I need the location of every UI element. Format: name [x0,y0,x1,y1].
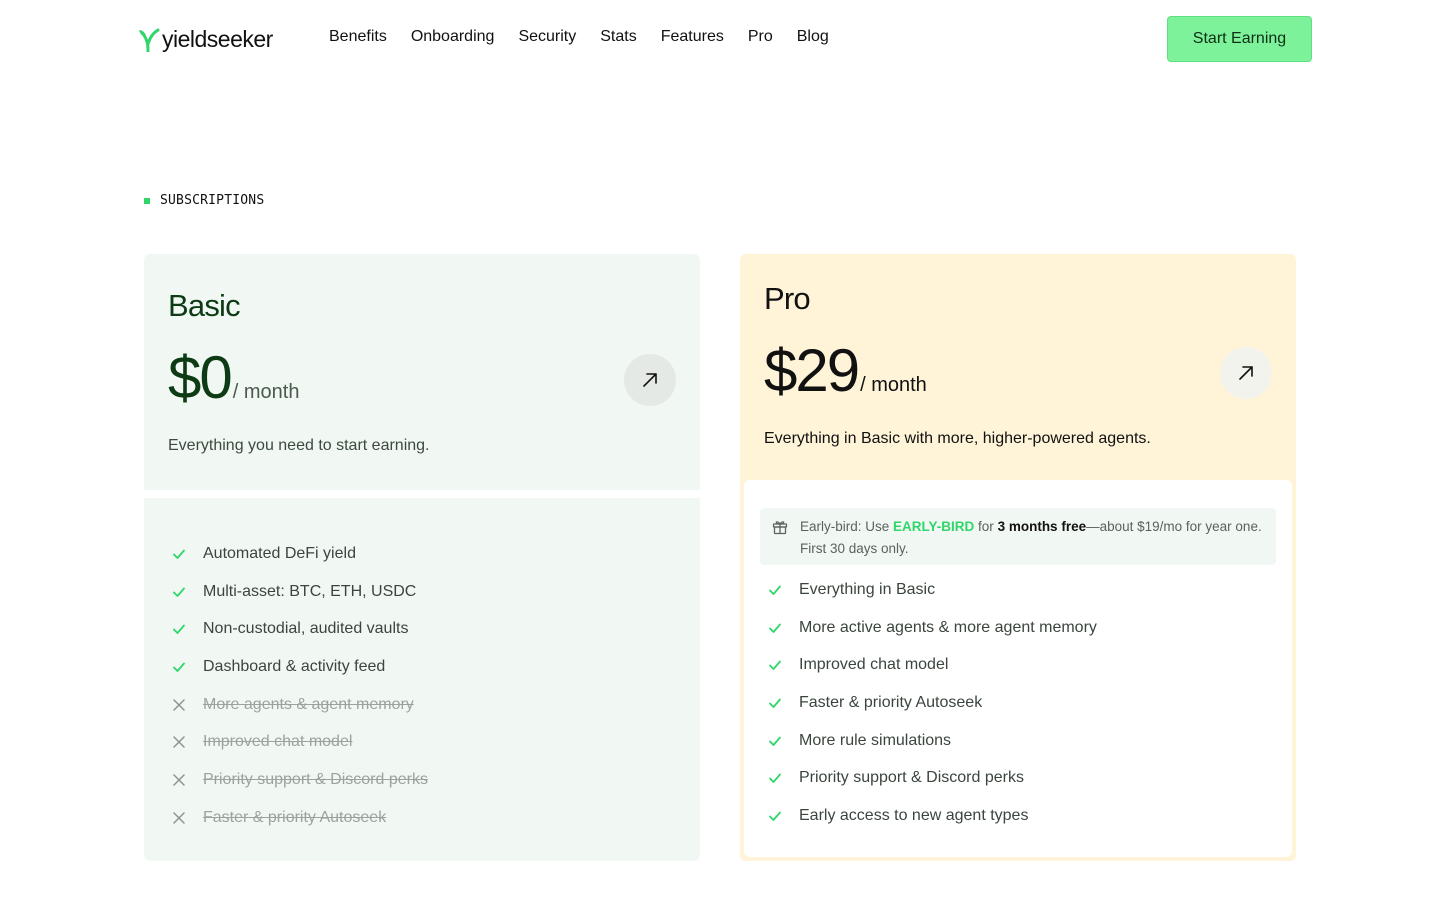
logo[interactable]: yieldseeker [138,24,273,54]
feature-item: Faster & priority Autoseek [168,799,428,837]
section-label: SUBSCRIPTIONS [144,193,264,208]
nav-security[interactable]: Security [518,28,576,46]
x-icon [168,731,190,753]
price-row: $29 / month [764,341,927,401]
section-title: SUBSCRIPTIONS [160,193,265,208]
price-row: $0 / month [168,348,299,408]
feature-item: Multi-asset: BTC, ETH, USDC [168,573,428,611]
check-icon [764,730,786,752]
x-icon [168,807,190,829]
feature-label: More active agents & more agent memory [799,618,1097,636]
arrow-up-right-icon [643,373,657,387]
feature-label: Automated DeFi yield [203,544,356,562]
promo-mid: for [974,519,998,534]
basic-plan-features: Automated DeFi yield Multi-asset: BTC, ET… [144,498,700,861]
feature-item: Dashboard & activity feed [168,648,428,686]
feature-item: More agents & agent memory [168,686,428,724]
nav-pro[interactable]: Pro [748,28,773,46]
feature-item: Automated DeFi yield [168,535,428,573]
arrow-up-right-icon [1239,366,1253,380]
nav-blog[interactable]: Blog [797,28,829,46]
section-dot [144,197,150,204]
site-header: yieldseeker Benefits Onboarding Security… [0,0,1440,78]
gift-icon [772,521,788,535]
promo-highlight: 3 months free [997,519,1087,534]
check-icon [168,618,190,640]
plan-period: / month [232,381,300,403]
plan-name: Basic [168,288,241,323]
feature-label: Improved chat model [799,656,949,674]
feature-label: Dashboard & activity feed [203,657,386,675]
feature-label: More rule simulations [799,731,952,749]
feature-item: Faster & priority Autoseek [764,684,1097,722]
feature-item: Improved chat model [764,646,1097,684]
plan-period: / month [860,374,927,396]
check-icon [764,579,786,601]
feature-item: Priority support & Discord perks [168,761,428,799]
feature-item: More rule simulations [764,722,1097,760]
basic-plan-header: Basic $0 / month Everything you need to … [144,254,700,490]
feature-label: More agents & agent memory [203,695,414,713]
sprout-icon [139,28,160,52]
nav-features[interactable]: Features [661,28,724,46]
promo-prefix: Early-bird: Use [800,519,894,534]
feature-label: Non-custodial, audited vaults [203,620,409,638]
check-icon [764,692,786,714]
check-icon [764,805,786,827]
feature-list: Everything in Basic More active agents & … [764,571,1097,835]
feature-label: Faster & priority Autoseek [203,808,387,826]
early-bird-promo: Early-bird: Use EARLY-BIRD for 3 months … [760,508,1276,565]
check-icon [168,656,190,678]
feature-label: Faster & priority Autoseek [799,693,983,711]
feature-item: Everything in Basic [764,571,1097,609]
feature-item: Priority support & Discord perks [764,759,1097,797]
check-icon [168,543,190,565]
feature-item: Early access to new agent types [764,797,1097,835]
x-icon [168,694,190,716]
feature-item: Non-custodial, audited vaults [168,610,428,648]
pro-plan-features: Early-bird: Use EARLY-BIRD for 3 months … [744,480,1292,857]
nav-benefits[interactable]: Benefits [329,28,387,46]
check-icon [764,767,786,789]
x-icon [168,769,190,791]
pro-plan-card: Pro $29 / month Everything in Basic with… [740,254,1296,861]
check-icon [168,581,190,603]
logo-text: yieldseeker [162,25,273,52]
plan-price: $0 [168,344,233,411]
nav-stats[interactable]: Stats [600,28,636,46]
basic-plan-arrow-button[interactable] [624,354,676,406]
plan-name: Pro [764,281,811,316]
check-icon [764,617,786,639]
check-icon [764,654,786,676]
feature-label: Multi-asset: BTC, ETH, USDC [203,582,417,600]
plan-description: Everything you need to start earning. [168,437,430,454]
plan-price: $29 [764,337,860,404]
feature-item: More active agents & more agent memory [764,609,1097,647]
basic-plan-card: Basic $0 / month Everything you need to … [144,254,700,861]
main-nav: Benefits Onboarding Security Stats Featu… [329,28,829,46]
feature-label: Everything in Basic [799,580,936,598]
feature-list: Automated DeFi yield Multi-asset: BTC, ET… [168,535,428,837]
pro-plan-arrow-button[interactable] [1220,347,1272,399]
feature-label: Early access to new agent types [799,806,1029,824]
promo-text: Early-bird: Use EARLY-BIRD for 3 months … [800,516,1268,560]
start-earning-button[interactable]: Start Earning [1167,16,1312,62]
feature-item: Improved chat model [168,723,428,761]
feature-label: Priority support & Discord perks [203,770,428,788]
feature-label: Priority support & Discord perks [799,769,1024,787]
plan-description: Everything in Basic with more, higher-po… [764,430,1151,447]
promo-code: EARLY-BIRD [893,519,975,534]
nav-onboarding[interactable]: Onboarding [411,28,495,46]
feature-label: Improved chat model [203,733,353,751]
